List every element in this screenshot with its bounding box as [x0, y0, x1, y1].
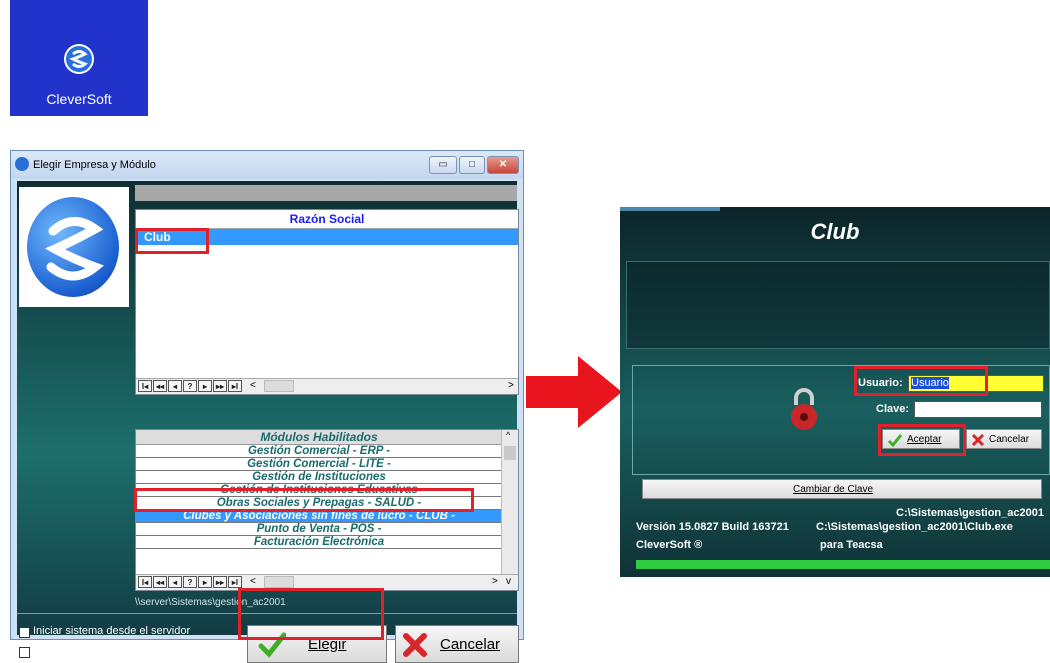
window-title: Elegir Empresa y Módulo — [33, 159, 156, 171]
help-button[interactable]: ? — [183, 576, 197, 588]
window-client-area: Razón Social Club I◂ ◂◂ ◂ ? ▸ ▸▸ ▸I < > … — [17, 181, 519, 663]
maximize-button[interactable]: □ — [459, 156, 485, 174]
cancelar-label: Cancelar — [440, 636, 501, 653]
scroll-up-arrow[interactable]: ^ — [506, 430, 510, 440]
next-page-button[interactable]: ▸▸ — [213, 380, 227, 392]
prev-record-button[interactable]: ◂ — [168, 576, 182, 588]
prev-record-button[interactable]: ◂ — [168, 380, 182, 392]
module-row[interactable]: Gestión Comercial - LITE - — [136, 458, 502, 471]
licensee-text: para Teacsa — [820, 539, 883, 551]
next-record-button[interactable]: ▸ — [198, 576, 212, 588]
modules-vertical-scrollbar[interactable]: ^ — [501, 430, 518, 574]
cancelar-login-button[interactable]: Cancelar — [966, 429, 1042, 449]
highlight-aceptar — [878, 424, 966, 456]
progress-bar — [636, 560, 1050, 569]
cleversoft-globe-icon — [27, 197, 119, 297]
app-icon — [15, 157, 29, 171]
minimize-button[interactable]: ▭ — [429, 156, 457, 174]
scroll-left-arrow[interactable]: < — [250, 576, 256, 587]
cambiar-clave-label: Cambiar de Clave — [793, 484, 874, 495]
prev-page-button[interactable]: ◂◂ — [153, 380, 167, 392]
no-update-station-label: No actualizar estación de trabajo local — [33, 645, 219, 657]
help-button[interactable]: ? — [183, 380, 197, 392]
horizontal-scroll-thumb[interactable] — [264, 576, 294, 588]
login-title: Club — [810, 219, 860, 244]
next-page-button[interactable]: ▸▸ — [213, 576, 227, 588]
no-update-station-checkbox[interactable] — [19, 647, 30, 658]
logo-panel — [19, 187, 129, 307]
cleversoft-logo-icon — [64, 44, 94, 74]
highlight-usuario — [854, 366, 988, 396]
path-top: C:\Sistemas\gestion_ac2001 — [896, 507, 1044, 519]
vertical-scroll-thumb[interactable] — [504, 446, 516, 460]
top-strip — [620, 207, 720, 211]
company-grid-navigator: I◂ ◂◂ ◂ ? ▸ ▸▸ ▸I < > — [136, 378, 518, 394]
start-from-server-checkbox[interactable] — [19, 627, 30, 638]
next-record-button[interactable]: ▸ — [198, 380, 212, 392]
banner-area — [626, 261, 1050, 349]
cancelar-button[interactable]: Cancelar — [395, 625, 519, 663]
module-row[interactable]: Facturación Electrónica — [136, 536, 502, 549]
start-from-server-label: Iniciar sistema desde el servidor — [33, 625, 191, 637]
scroll-left-arrow[interactable]: < — [250, 380, 256, 391]
window-titlebar[interactable]: Elegir Empresa y Módulo ▭ □ ✕ — [11, 151, 523, 179]
padlock-icon — [791, 388, 817, 430]
highlight-elegir-button — [238, 588, 384, 640]
first-record-button[interactable]: I◂ — [138, 380, 152, 392]
version-text: Versión 15.0827 Build 163721 — [636, 521, 789, 533]
cancel-x-icon — [971, 433, 985, 447]
scroll-right-arrow[interactable]: > — [492, 576, 498, 587]
company-grid-header: Razón Social — [136, 210, 518, 229]
desktop-icon-label: CleverSoft — [46, 91, 112, 107]
cancel-x-icon — [403, 633, 427, 657]
scroll-down-arrow[interactable]: v — [506, 576, 511, 587]
brand-text: CleverSoft ® — [636, 539, 703, 551]
cancelar-login-label: Cancelar — [989, 434, 1030, 445]
close-button[interactable]: ✕ — [487, 156, 519, 174]
horizontal-scroll-thumb[interactable] — [264, 380, 294, 392]
module-row[interactable]: Punto de Venta - POS - — [136, 523, 502, 536]
red-arrow-icon — [526, 356, 622, 428]
clave-input[interactable] — [914, 401, 1042, 418]
cleversoft-desktop-shortcut[interactable]: CleverSoft — [10, 0, 148, 116]
progress-strip — [135, 185, 517, 201]
last-record-button[interactable]: ▸I — [228, 576, 242, 588]
prev-page-button[interactable]: ◂◂ — [153, 576, 167, 588]
highlight-club-row — [135, 228, 209, 254]
cambiar-clave-button[interactable]: Cambiar de Clave — [642, 479, 1042, 499]
highlight-club-module — [134, 488, 474, 512]
module-row[interactable]: Gestión Comercial - ERP - — [136, 445, 502, 458]
clave-label: Clave: — [876, 403, 910, 415]
modules-grid-header: Módulos Habilitados — [136, 430, 502, 445]
module-row[interactable]: Gestión de Instituciones — [136, 471, 502, 484]
first-record-button[interactable]: I◂ — [138, 576, 152, 588]
choose-company-module-window: Elegir Empresa y Módulo ▭ □ ✕ Razón Soci… — [10, 150, 524, 663]
scroll-right-arrow[interactable]: > — [508, 380, 514, 391]
exe-path: C:\Sistemas\gestion_ac2001\Club.exe — [816, 521, 1013, 533]
last-record-button[interactable]: ▸I — [228, 380, 242, 392]
